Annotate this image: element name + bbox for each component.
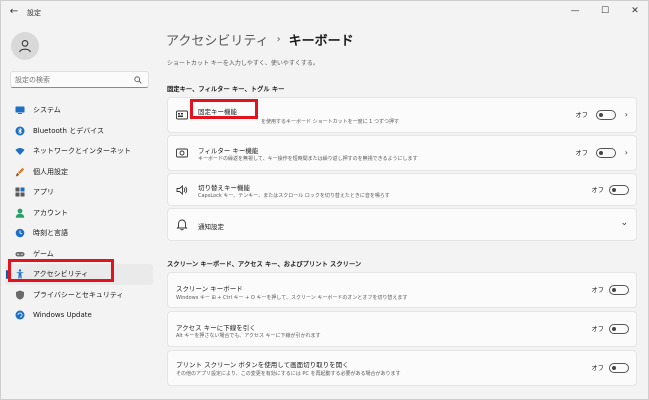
sidebar-item-system[interactable]: システム: [5, 100, 153, 121]
user-icon: [19, 40, 31, 53]
underline-access-keys-card[interactable]: アクセス キーに下線を引く Alt キーを押さない場合でも、アクセス キーに下線…: [167, 311, 637, 347]
sidebar-item-accounts[interactable]: アカウント: [5, 203, 153, 224]
sidebar-item-windows-update[interactable]: Windows Update: [5, 305, 153, 326]
sidebar-item-personalization[interactable]: 個人用設定: [5, 162, 153, 183]
account-icon: [15, 208, 25, 218]
toggle-state-label: オフ: [575, 112, 588, 119]
update-icon: [15, 310, 25, 320]
globe-clock-icon: [15, 228, 25, 238]
sticky-keys-toggle[interactable]: [596, 110, 616, 120]
back-arrow-icon[interactable]: ←: [7, 5, 21, 19]
card-title: 切り替えキー機能: [198, 184, 250, 192]
print-screen-card[interactable]: プリント スクリーン ボタンを使用して画面切り取りを開く その他のアプリ設定によ…: [167, 350, 637, 386]
sidebar-item-time-language[interactable]: 時刻と言語: [5, 223, 153, 244]
toggle-keys-toggle[interactable]: [609, 184, 629, 195]
page-title: キーボード: [288, 34, 354, 49]
filter-keys-icon: [176, 147, 188, 159]
card-description: キーボードの繰返を無視して、キー操作を短時間または繰り返し押すのを無視できるよう…: [198, 156, 418, 162]
toggle-state-label: オフ: [575, 150, 588, 157]
card-title: スクリーン キーボード: [176, 285, 243, 293]
maximize-button[interactable]: ☐: [590, 1, 620, 21]
wifi-icon: [15, 146, 25, 156]
toggle-keys-card[interactable]: 切り替えキー機能 CapsLock キー、テンキー、またはスクロール ロックを切…: [167, 173, 637, 206]
breadcrumb-separator: ›: [276, 34, 281, 45]
breadcrumb: アクセシビリティ › キーボード: [166, 30, 354, 49]
section-heading: スクリーン キーボード、アクセス キー、およびプリント スクリーン: [167, 261, 362, 268]
print-screen-toggle[interactable]: [609, 363, 629, 373]
card-description: CapsLock キー、テンキー、またはスクロール ロックを切り替えたときに音を…: [198, 193, 390, 199]
app-title: 設定: [27, 9, 41, 17]
section-heading: 固定キー、フィルター キー、トグル キー: [167, 86, 285, 93]
sidebar-item-label: プライバシーとセキュリティ: [33, 290, 124, 299]
highlight-box-sticky-keys: [190, 99, 258, 119]
toggle-state-label: オフ: [591, 365, 604, 372]
minimize-button[interactable]: —: [560, 1, 590, 21]
settings-search-box[interactable]: [10, 71, 149, 88]
sidebar-item-privacy[interactable]: プライバシーとセキュリティ: [5, 285, 153, 306]
sticky-keys-icon: [176, 109, 188, 121]
card-description: Windows キー ⊞ + Ctrl キー + O キーを押して、スクリーン …: [176, 295, 408, 301]
underline-access-keys-toggle[interactable]: [609, 324, 629, 334]
breadcrumb-parent[interactable]: アクセシビリティ: [166, 30, 269, 49]
shield-icon: [15, 290, 25, 300]
sidebar-nav: システム Bluetooth とデバイス ネットワークとインターネット 個人用設…: [5, 100, 153, 326]
highlight-box-accessibility: [8, 259, 114, 282]
user-avatar[interactable]: [11, 32, 39, 60]
page-subtitle: ショートカット キーを入力しやすく、使いやすくする。: [167, 60, 319, 67]
search-icon[interactable]: [134, 76, 142, 84]
card-title: 通知設定: [198, 223, 224, 231]
sidebar-item-label: 時刻と言語: [33, 229, 68, 238]
window-controls: — ☐ ✕: [560, 1, 648, 21]
sidebar-item-network[interactable]: ネットワークとインターネット: [5, 141, 153, 162]
sidebar-item-label: システム: [33, 106, 61, 115]
sidebar-item-label: ネットワークとインターネット: [33, 147, 131, 156]
onscreen-keyboard-toggle[interactable]: [609, 285, 629, 295]
sidebar-item-label: アプリ: [33, 188, 54, 197]
filter-keys-card[interactable]: フィルター キー機能 キーボードの繰返を無視して、キー操作を短時間または繰り返し…: [167, 135, 637, 171]
card-description: Alt キーを押さない場合でも、アクセス キーに下線が引かれます: [176, 333, 321, 339]
search-input[interactable]: [15, 74, 125, 86]
title-bar: ← 設定 — ☐ ✕: [1, 1, 648, 23]
sidebar-item-bluetooth[interactable]: Bluetooth とデバイス: [5, 121, 153, 142]
system-icon: [15, 105, 25, 115]
card-description: を使用するキーボード ショートカットを一度に 1 つずつ押す: [261, 119, 399, 125]
bluetooth-icon: [15, 126, 25, 136]
chevron-right-icon[interactable]: ›: [625, 110, 628, 119]
onscreen-keyboard-card[interactable]: スクリーン キーボード Windows キー ⊞ + Ctrl キー + O キ…: [167, 272, 637, 308]
settings-window: ← 設定 — ☐ ✕ システム Bl: [0, 0, 649, 400]
bell-icon: [176, 219, 188, 231]
gamepad-icon: [15, 249, 25, 259]
chevron-right-icon[interactable]: ›: [625, 148, 628, 157]
card-title: フィルター キー機能: [198, 147, 259, 155]
chevron-down-icon[interactable]: ⌄: [620, 218, 628, 228]
brush-icon: [15, 167, 25, 177]
sidebar-item-label: ゲーム: [33, 249, 54, 258]
card-title: プリント スクリーン ボタンを使用して画面切り取りを開く: [176, 361, 349, 369]
card-title: アクセス キーに下線を引く: [176, 324, 256, 332]
sidebar-item-label: アカウント: [33, 208, 68, 217]
sidebar-item-apps[interactable]: アプリ: [5, 182, 153, 203]
sidebar-item-label: 個人用設定: [33, 167, 68, 176]
toggle-state-label: オフ: [591, 186, 604, 194]
toggle-state-label: オフ: [591, 326, 604, 333]
sidebar-item-label: Bluetooth とデバイス: [33, 126, 104, 135]
speaker-icon: [176, 184, 188, 196]
card-description: その他のアプリ設定により、この変更を有効にするには PC を再起動する必要がある…: [176, 371, 401, 377]
notification-settings-card[interactable]: 通知設定 ⌄: [167, 208, 637, 241]
apps-icon: [15, 187, 25, 197]
sidebar-item-label: Windows Update: [33, 311, 92, 320]
toggle-state-label: オフ: [591, 287, 604, 294]
close-button[interactable]: ✕: [620, 1, 648, 21]
filter-keys-toggle[interactable]: [596, 148, 616, 158]
